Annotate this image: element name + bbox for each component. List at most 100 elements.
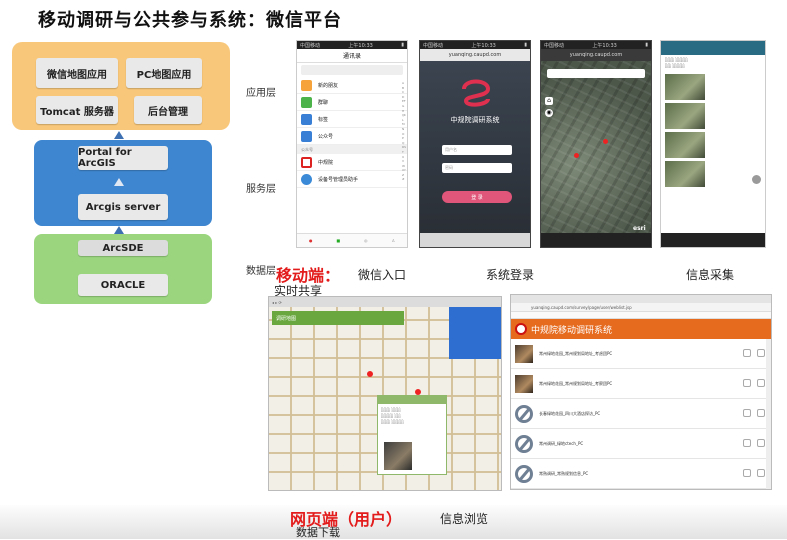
login-button[interactable]: 登 录 xyxy=(442,191,512,203)
item-title: 长春绿地花园_四川大酒店探访_PC xyxy=(539,410,601,416)
web-list-screenshot: yuanqing.caupd.com/survey/page/user/webl… xyxy=(510,294,772,490)
item-thumbnail xyxy=(515,344,533,363)
map-marker-icon[interactable] xyxy=(574,153,579,158)
delete-icon[interactable] xyxy=(757,409,765,417)
web-header: 中规院移动调研系统 xyxy=(511,319,771,339)
login-caption: 系统登录 xyxy=(486,268,535,282)
list-item[interactable]: 群聊 xyxy=(297,94,407,111)
pc-map-app-box: PC地图应用 xyxy=(126,58,202,88)
browser-tab-bar xyxy=(511,295,771,303)
map-panel-title[interactable]: 调研地图 xyxy=(272,311,404,325)
search-input[interactable] xyxy=(301,65,403,75)
username-field[interactable]: 用户名 xyxy=(442,145,512,155)
application-layer: 微信地图应用 PC地图应用 Tomcat 服务器 后台管理 xyxy=(12,42,230,130)
arcsde-box: ArcSDE xyxy=(78,240,168,256)
list-item[interactable]: 标签 xyxy=(297,111,407,128)
collected-photo[interactable] xyxy=(665,161,705,187)
contacts-header: 通讯录 xyxy=(297,49,407,63)
satellite-map[interactable] xyxy=(541,61,651,233)
wechat-tab-bar: ● ■ ◎ ♙ xyxy=(297,233,407,247)
edit-icon[interactable] xyxy=(743,439,751,447)
edit-icon[interactable] xyxy=(743,409,751,417)
list-item[interactable]: 常州调研_绿地ctech_PC xyxy=(511,429,771,459)
new-friends-icon xyxy=(301,79,312,91)
discover-tab-icon[interactable]: ◎ xyxy=(364,238,368,243)
popup-header xyxy=(378,396,446,404)
browser-toolbar xyxy=(420,233,530,247)
caupd-logo-icon xyxy=(462,79,491,107)
browse-caption: 信息浏览 xyxy=(440,512,489,526)
item-title: 常熟调研_常熟规划信息_PC xyxy=(539,470,589,476)
edit-icon[interactable] xyxy=(743,379,751,387)
collected-photo[interactable] xyxy=(665,103,705,129)
password-field[interactable]: 密码 xyxy=(442,163,512,173)
section-header: 公众号 xyxy=(297,145,407,154)
browser-toolbar xyxy=(661,233,765,247)
list-item-label: 新的朋友 xyxy=(318,82,339,89)
wechat-entry-caption: 微信入口 xyxy=(358,268,407,282)
list-item-label: 中规院 xyxy=(318,159,334,166)
contacts-title: 通讯录 xyxy=(342,53,361,60)
me-tab-icon[interactable]: ♙ xyxy=(391,238,395,243)
item-thumbnail xyxy=(515,374,533,393)
map-water-area xyxy=(449,307,501,359)
list-item[interactable]: 公众号 xyxy=(297,128,407,145)
map-search-input[interactable] xyxy=(547,69,645,78)
collected-photo[interactable] xyxy=(665,132,705,158)
arrow-up-icon xyxy=(114,131,124,139)
locate-icon[interactable]: ◉ xyxy=(545,109,553,117)
tag-icon xyxy=(301,113,312,125)
delete-icon[interactable] xyxy=(757,439,765,447)
list-item[interactable]: 新的朋友 xyxy=(297,77,407,94)
alphabet-index[interactable]: ABCDEFGHIJKLMNOPQRSTUVWXYZ# xyxy=(402,81,406,182)
portal-arcgis-box: Portal for ArcGIS xyxy=(78,146,168,170)
delete-icon[interactable] xyxy=(757,469,765,477)
info-phone-screenshot: ░░░ ░░░░ ░░ ░░░░ xyxy=(660,40,766,248)
list-item[interactable]: 常熟调研_常熟规划信息_PC xyxy=(511,459,771,489)
edit-icon[interactable] xyxy=(743,469,751,477)
popup-text: ░░░ ░░░ ░░░░ ░░ ░░░ ░░░░ xyxy=(381,407,404,424)
browser-toolbar xyxy=(541,233,651,247)
browser-tab-bar: ◂ ▸ ⟳ xyxy=(269,297,501,307)
delete-icon[interactable] xyxy=(757,349,765,357)
assistant-icon xyxy=(301,173,312,185)
login-phone-screenshot: 中国移动 上午10:33 ▮ yuanqing.caupd.com 中规院调研系统 … xyxy=(419,40,531,248)
collected-photo[interactable] xyxy=(665,74,705,100)
scrollbar[interactable] xyxy=(766,339,771,489)
list-item-label: 群聊 xyxy=(318,99,329,106)
edit-icon[interactable] xyxy=(743,349,751,357)
no-image-icon xyxy=(515,464,533,483)
map-phone-screenshot: 中国移动 上午10:33 ▮ yuanqing.caupd.com ⌂ ◉ esri xyxy=(540,40,652,248)
url-bar[interactable]: yuanqing.caupd.com xyxy=(541,49,651,61)
list-item[interactable]: 长春绿地花园_四川大酒店探访_PC xyxy=(511,399,771,429)
list-item[interactable]: 设备号管理员助手 xyxy=(297,171,407,188)
web-map-screenshot: ◂ ▸ ⟳ 调研地图 ░░░ ░░░ ░░░░ ░░ ░░░ ░░░░ xyxy=(268,296,502,491)
list-item-label: 设备号管理员助手 xyxy=(318,176,359,183)
home-icon[interactable]: ⌂ xyxy=(545,97,553,105)
slide-nav-dot[interactable] xyxy=(752,175,761,184)
info-text: ░░░ ░░░░ ░░ ░░░░ xyxy=(665,57,688,68)
map-info-popup[interactable]: ░░░ ░░░ ░░░░ ░░ ░░░ ░░░░ xyxy=(377,395,447,475)
chats-tab-icon[interactable]: ● xyxy=(309,238,313,243)
contacts-tab-icon[interactable]: ■ xyxy=(336,238,340,243)
list-item[interactable]: 中规院 xyxy=(297,154,407,171)
official-account-icon xyxy=(301,130,312,142)
list-item[interactable]: 常州绿地花园_常州规划局地址_考虑团PC xyxy=(511,339,771,369)
no-image-icon xyxy=(515,404,533,423)
delete-icon[interactable] xyxy=(757,379,765,387)
web-header-title: 中规院移动调研系统 xyxy=(531,325,613,336)
status-bar: 中国移动 上午10:33 ▮ xyxy=(297,41,407,49)
map-marker-icon[interactable] xyxy=(603,139,608,144)
popup-photo[interactable] xyxy=(384,442,412,470)
bookmarks-bar xyxy=(511,312,771,319)
list-item-label: 标签 xyxy=(318,116,329,123)
group-chat-icon xyxy=(301,96,312,108)
download-caption: 数据下载 xyxy=(296,526,340,539)
list-item[interactable]: 常州绿地花园_常州规划局地址_考察团PC xyxy=(511,369,771,399)
map-marker-icon[interactable] xyxy=(367,371,373,377)
address-bar[interactable]: yuanqing.caupd.com/survey/page/user/webl… xyxy=(511,303,771,312)
list-item-label: 公众号 xyxy=(318,133,334,140)
url-bar[interactable]: yuanqing.caupd.com xyxy=(420,49,530,61)
esri-logo: esri xyxy=(633,225,646,232)
label-data-layer: 数据层 xyxy=(246,266,276,277)
